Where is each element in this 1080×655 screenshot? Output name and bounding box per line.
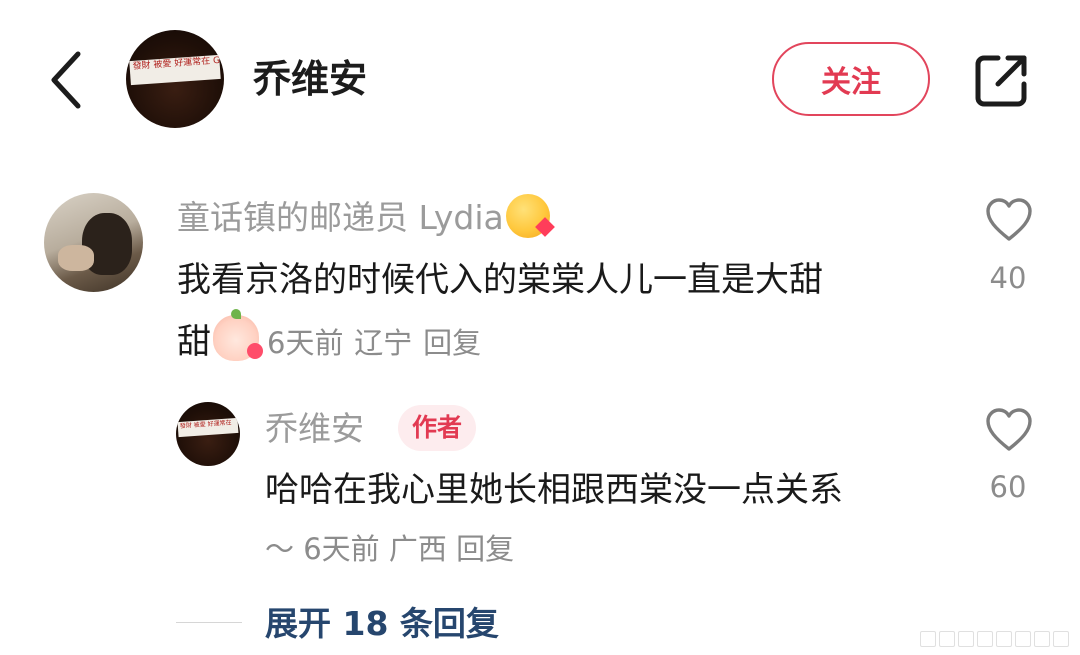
commenter-name-text: 童话镇的邮递员 Lydia bbox=[177, 198, 504, 237]
divider bbox=[176, 622, 242, 623]
blush-kiss-emoji-icon bbox=[213, 309, 263, 361]
reply-meta: 〜 6天前 广西 回复 bbox=[265, 524, 514, 574]
reply-author-avatar[interactable]: 發財 被愛 好運常在 bbox=[176, 402, 240, 466]
reply-text[interactable]: 哈哈在我心里她长相跟西棠没一点关系 bbox=[265, 462, 843, 518]
comment-reply-button[interactable]: 回复 bbox=[423, 326, 481, 360]
tilde-mark: 〜 bbox=[265, 532, 295, 566]
comment-time: 6天前 bbox=[267, 326, 344, 360]
share-icon[interactable] bbox=[972, 52, 1030, 110]
follow-button[interactable]: 关注 bbox=[772, 42, 930, 116]
kissing-face-emoji-icon bbox=[505, 194, 555, 238]
author-name[interactable]: 乔维安 bbox=[253, 52, 367, 106]
author-badge: 作者 bbox=[398, 405, 477, 451]
avatar-caption: 發財 被愛 好運常在 Getting rich is often a hobby bbox=[129, 54, 221, 86]
comment-text-tail: 甜 bbox=[177, 322, 211, 362]
reply-author-name[interactable]: 乔维安 bbox=[265, 404, 364, 454]
back-chevron-icon[interactable] bbox=[44, 48, 88, 112]
comment-meta: 甜 6天前 辽宁 回复 bbox=[177, 309, 481, 371]
reply-time: 6天前 bbox=[303, 532, 380, 566]
reply-like-count: 60 bbox=[989, 470, 1027, 504]
expand-replies-link[interactable]: 展开 18 条回复 bbox=[265, 598, 499, 650]
commenter-name[interactable]: 童话镇的邮递员 Lydia bbox=[177, 193, 555, 243]
comment-like-count: 40 bbox=[989, 261, 1027, 295]
comment-text[interactable]: 我看京洛的时候代入的棠棠人儿一直是大甜 bbox=[177, 252, 937, 308]
reply-location: 广西 bbox=[388, 532, 447, 566]
reply-reply-button[interactable]: 回复 bbox=[456, 532, 514, 566]
reply-avatar-caption: 發財 被愛 好運常在 bbox=[177, 417, 239, 438]
watermark bbox=[920, 629, 1070, 649]
comment-location: 辽宁 bbox=[354, 326, 413, 360]
commenter-avatar[interactable] bbox=[44, 193, 143, 292]
like-heart-icon[interactable] bbox=[985, 407, 1033, 453]
author-avatar[interactable]: 發財 被愛 好運常在 Getting rich is often a hobby bbox=[126, 30, 224, 128]
like-heart-icon[interactable] bbox=[985, 197, 1033, 243]
